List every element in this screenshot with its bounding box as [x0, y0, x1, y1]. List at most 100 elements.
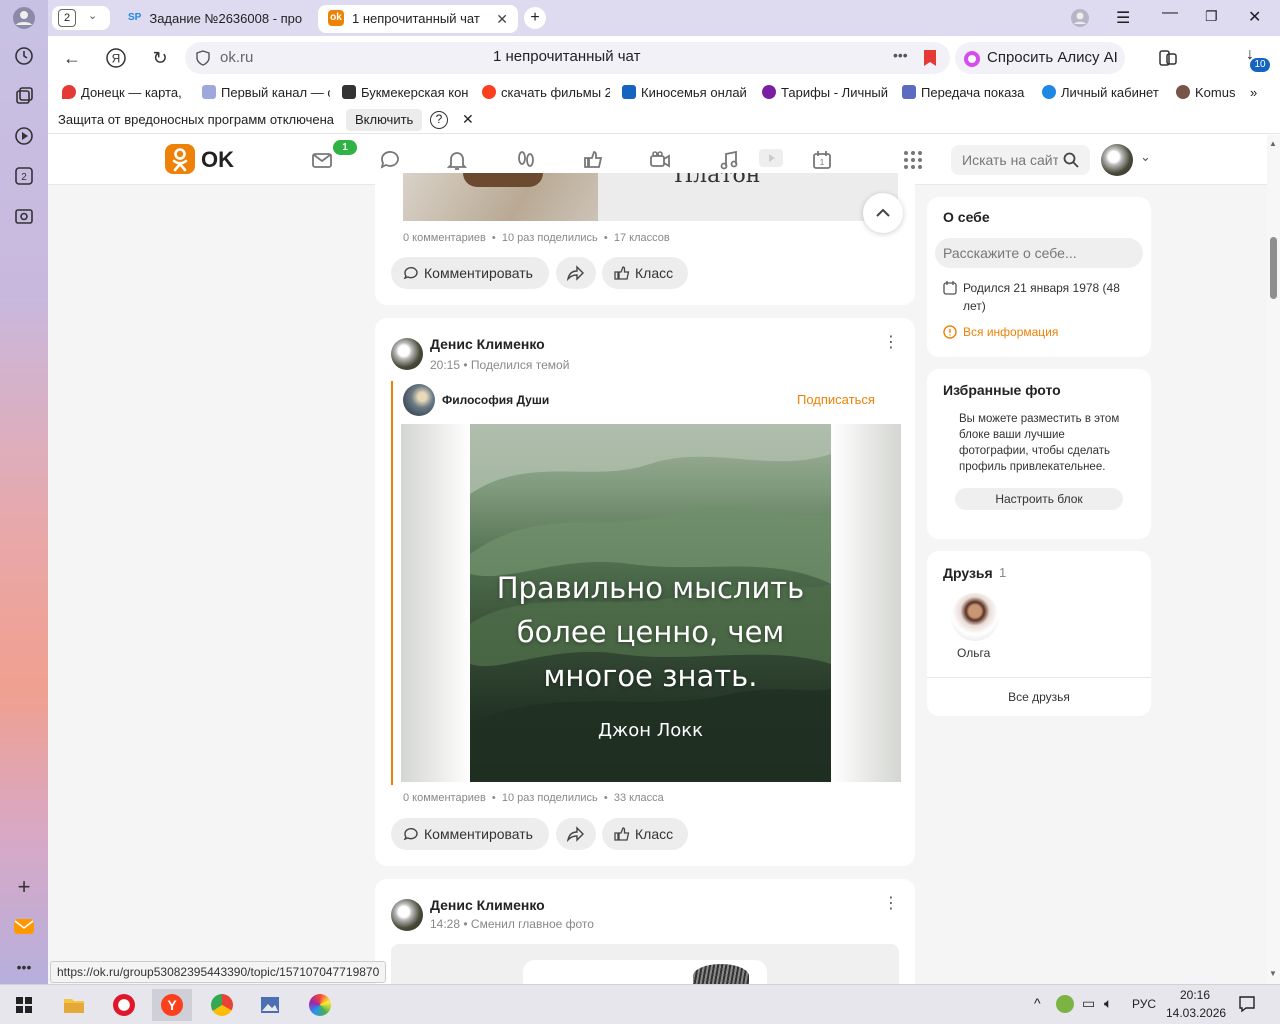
tab-zadanie[interactable]: SP Задание №2636008 - про	[122, 5, 308, 33]
tray-app-icon[interactable]	[1056, 995, 1074, 1013]
search-icon[interactable]	[1062, 151, 1080, 169]
post-image[interactable]: Правильно мыслить более ценно, чем много…	[401, 424, 901, 782]
tab-ok[interactable]: ok 1 непрочитанный чат ✕	[318, 5, 518, 33]
ok-logo-text[interactable]: OK	[201, 147, 234, 173]
opera-icon[interactable]	[104, 989, 144, 1021]
enable-protection-button[interactable]: Включить	[346, 109, 423, 131]
color-app-icon[interactable]	[300, 989, 340, 1021]
yandex-browser-icon[interactable]: Y	[152, 989, 192, 1021]
scroll-up-arrow-icon[interactable]: ▲	[1269, 139, 1277, 148]
video-camera-icon[interactable]	[648, 148, 672, 172]
scrollbar-thumb[interactable]	[1270, 237, 1277, 299]
group-avatar[interactable]	[403, 384, 435, 416]
scroll-down-arrow-icon[interactable]: ▼	[1269, 969, 1277, 978]
ok-logo-icon[interactable]	[165, 144, 195, 174]
network-icon[interactable]: ▭	[1082, 995, 1095, 1012]
bookmark-item[interactable]: Первый канал — с	[202, 84, 330, 102]
guests-icon[interactable]	[514, 148, 538, 172]
bookmark-item[interactable]: Передача показа	[902, 84, 1030, 102]
video-overlay-icon[interactable]	[759, 149, 783, 167]
menu-icon[interactable]: ☰	[1116, 8, 1130, 28]
profile-chevron-icon[interactable]: ⌄	[1140, 149, 1151, 165]
back-icon[interactable]: ←	[60, 46, 84, 70]
bookmark-item[interactable]: Личный кабинет	[1042, 84, 1166, 102]
help-icon[interactable]: ?	[430, 111, 448, 129]
events-icon[interactable]: 1	[810, 148, 834, 172]
discussions-icon[interactable]	[378, 148, 402, 172]
friend-name[interactable]: Ольга	[957, 646, 990, 660]
notifications-icon[interactable]	[445, 148, 469, 172]
tab-group[interactable]: 2 ⌄	[52, 6, 110, 30]
post-menu-icon[interactable]: ⋮	[883, 335, 899, 351]
history-icon[interactable]	[12, 44, 36, 68]
all-friends-link[interactable]: Все друзья	[927, 690, 1151, 704]
bookmark-icon[interactable]	[923, 50, 937, 66]
restore-icon[interactable]: ❐	[1205, 8, 1218, 25]
author-avatar[interactable]	[391, 899, 423, 931]
add-icon[interactable]: +	[12, 875, 36, 899]
configure-block-button[interactable]: Настроить блок	[955, 488, 1123, 510]
account-icon[interactable]	[1070, 8, 1090, 28]
chevron-down-icon[interactable]: ⌄	[88, 9, 97, 22]
user-avatar[interactable]	[1101, 144, 1133, 176]
screenshot-icon[interactable]	[12, 204, 36, 228]
collections-icon[interactable]	[12, 84, 36, 108]
bookmarks-more-icon[interactable]: »	[1250, 84, 1266, 102]
url-bar[interactable]: ok.ru 1 непрочитанный чат •••	[185, 42, 950, 74]
share-button[interactable]	[556, 257, 596, 289]
page-scrollbar[interactable]: ▲ ▼	[1267, 135, 1280, 984]
file-explorer-icon[interactable]	[54, 989, 94, 1021]
post-author[interactable]: Денис Клименко	[430, 897, 545, 913]
post-menu-icon[interactable]: ⋮	[883, 896, 899, 912]
clock-time[interactable]: 20:16	[1180, 988, 1210, 1002]
reader-icon[interactable]	[1158, 48, 1178, 68]
bookmark-item[interactable]: Komus	[1176, 84, 1236, 102]
post-author[interactable]: Денис Клименко	[430, 336, 545, 352]
screenshot-app-icon[interactable]	[250, 989, 290, 1021]
clock-date[interactable]: 14.03.2026	[1166, 1006, 1226, 1020]
tab-close-icon[interactable]: ✕	[496, 5, 508, 33]
profile-icon[interactable]	[12, 6, 36, 30]
apps-grid-icon[interactable]	[901, 148, 925, 172]
bookmark-item[interactable]: Киносемья онлай	[622, 84, 750, 102]
tray-expand-icon[interactable]: ^	[1034, 995, 1041, 1011]
music-icon[interactable]	[717, 148, 741, 172]
chrome-icon[interactable]	[202, 989, 242, 1021]
about-input[interactable]: Расскажите о себе...	[935, 238, 1143, 268]
minimize-icon[interactable]: —	[1162, 4, 1178, 22]
alice-button[interactable]: Спросить Алису AI	[955, 42, 1125, 74]
more-dots-icon[interactable]: •••	[893, 47, 908, 63]
video-icon[interactable]	[12, 124, 36, 148]
reload-icon[interactable]: ↻	[148, 46, 172, 70]
bookmark-item[interactable]: Донецк — карта, с	[62, 84, 186, 102]
tabs-counter-icon[interactable]: 2	[12, 164, 36, 188]
friend-avatar[interactable]	[951, 593, 999, 641]
group-name[interactable]: Философия Души	[442, 393, 549, 407]
comment-button[interactable]: Комментировать	[391, 818, 549, 850]
volume-icon[interactable]: 🔈︎	[1104, 995, 1112, 1012]
site-search-input[interactable]: Искать на сайте	[951, 145, 1090, 175]
like-button[interactable]: Класс	[602, 818, 688, 850]
mail-icon[interactable]	[12, 914, 36, 938]
author-avatar[interactable]	[391, 338, 423, 370]
site-info-icon[interactable]	[195, 50, 211, 66]
notification-center-icon[interactable]	[1238, 995, 1256, 1013]
all-info-link[interactable]: Вся информация	[963, 325, 1058, 339]
share-button[interactable]	[556, 818, 596, 850]
subscribe-link[interactable]: Подписаться	[797, 392, 875, 407]
bookmark-item[interactable]: Букмекерская кон	[342, 84, 470, 102]
notice-close-icon[interactable]: ✕	[462, 111, 474, 128]
yandex-icon[interactable]: Я	[104, 46, 128, 70]
messages-icon[interactable]	[310, 148, 334, 172]
likes-icon[interactable]	[582, 148, 606, 172]
bookmark-item[interactable]: скачать фильмы 2	[482, 84, 610, 102]
windows-start-icon[interactable]	[4, 989, 44, 1021]
more-icon[interactable]: •••	[12, 955, 36, 979]
comment-button[interactable]: Комментировать	[391, 257, 549, 289]
language-indicator[interactable]: РУС	[1132, 997, 1156, 1011]
profile-photo-frame[interactable]	[391, 944, 899, 984]
bookmark-item[interactable]: Тарифы - Личный	[762, 84, 890, 102]
scroll-up-button[interactable]	[863, 193, 903, 233]
like-button[interactable]: Класс	[602, 257, 688, 289]
window-close-icon[interactable]: ✕	[1248, 7, 1261, 27]
